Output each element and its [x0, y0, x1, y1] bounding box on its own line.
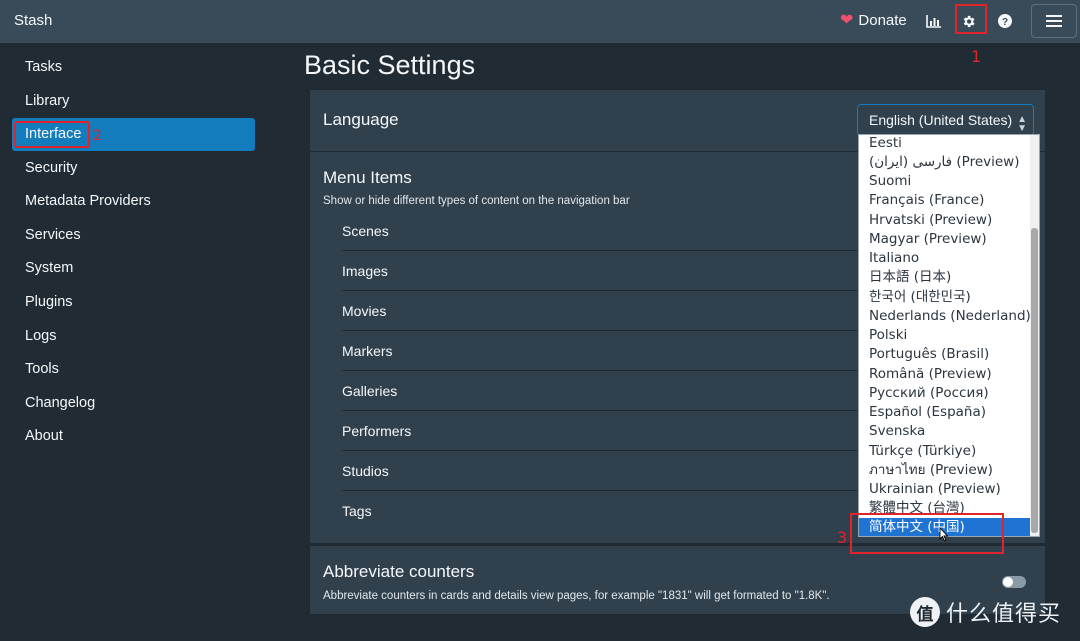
mouse-cursor-icon: [939, 527, 949, 542]
language-option[interactable]: Nederlands (Nederland): [859, 307, 1031, 326]
language-option[interactable]: Română (Preview): [859, 365, 1031, 384]
sidebar-item-tasks[interactable]: Tasks: [12, 51, 255, 84]
language-option[interactable]: Français (France): [859, 191, 1031, 210]
language-option[interactable]: Eesti: [859, 135, 1031, 153]
annotation-number-1: 1: [971, 47, 982, 66]
menu-item-tags[interactable]: Tags: [342, 491, 862, 531]
top-navbar: Stash ❤ Donate ?: [0, 0, 1080, 43]
menu-item-markers[interactable]: Markers: [342, 331, 862, 371]
language-option[interactable]: فارسی (ایران) (Preview): [859, 153, 1031, 172]
sidebar-item-system[interactable]: System: [12, 252, 255, 285]
hamburger-menu-button[interactable]: [1031, 4, 1077, 38]
dropdown-scrollbar[interactable]: [1030, 135, 1039, 536]
menu-item-images[interactable]: Images: [342, 251, 862, 291]
gear-icon[interactable]: [957, 10, 979, 32]
language-select-value: English (United States): [869, 112, 1013, 128]
language-option[interactable]: Ukrainian (Preview): [859, 480, 1031, 499]
bar-chart-icon[interactable]: [922, 10, 944, 32]
language-option[interactable]: 한국어 (대한민국): [859, 288, 1031, 307]
sidebar-item-plugins[interactable]: Plugins: [12, 286, 255, 319]
language-option[interactable]: 繁體中文 (台灣): [859, 499, 1031, 518]
hamburger-icon: [1046, 15, 1062, 27]
language-option[interactable]: Português (Brasil): [859, 345, 1031, 364]
watermark-text: 什么值得买: [946, 602, 1062, 627]
language-option[interactable]: Русский (Россия): [859, 384, 1031, 403]
abbreviate-counters-description: Abbreviate counters in cards and details…: [323, 590, 830, 602]
language-option[interactable]: 日本語 (日本): [859, 268, 1031, 287]
language-option[interactable]: Türkçe (Türkiye): [859, 442, 1031, 461]
language-option[interactable]: ภาษาไทย (Preview): [859, 461, 1031, 480]
donate-link[interactable]: ❤ Donate: [840, 12, 907, 29]
language-option[interactable]: Español (España): [859, 403, 1031, 422]
abbreviate-counters-toggle[interactable]: [1002, 576, 1026, 588]
language-option[interactable]: Svenska: [859, 422, 1031, 441]
menu-items-title: Menu Items: [323, 168, 412, 187]
sidebar-item-interface[interactable]: Interface: [12, 118, 255, 151]
sidebar-item-logs[interactable]: Logs: [12, 320, 255, 353]
language-option[interactable]: Suomi: [859, 172, 1031, 191]
sidebar-item-about[interactable]: About: [12, 420, 255, 453]
menu-items-description: Show or hide different types of content …: [323, 195, 630, 207]
sidebar-item-changelog[interactable]: Changelog: [12, 387, 255, 420]
menu-item-movies[interactable]: Movies: [342, 291, 862, 331]
help-icon[interactable]: ?: [994, 10, 1016, 32]
language-label: Language: [323, 110, 399, 129]
annotation-number-3: 3: [837, 528, 848, 547]
brand-link[interactable]: Stash: [14, 12, 52, 29]
menu-item-galleries[interactable]: Galleries: [342, 371, 862, 411]
language-dropdown-list[interactable]: Eesti فارسی (ایران) (Preview) Suomi Fran…: [858, 134, 1040, 537]
watermark-logo: 值: [910, 597, 940, 627]
language-option[interactable]: Magyar (Preview): [859, 230, 1031, 249]
language-select[interactable]: English (United States) ▲ ▼: [857, 104, 1034, 136]
page-title: Basic Settings: [304, 50, 476, 80]
menu-item-performers[interactable]: Performers: [342, 411, 862, 451]
menu-item-scenes[interactable]: Scenes: [342, 211, 862, 251]
annotation-number-2: 2: [93, 128, 102, 144]
sidebar-item-tools[interactable]: Tools: [12, 353, 255, 386]
select-arrows-icon: ▲ ▼: [1017, 114, 1027, 134]
sidebar-item-services[interactable]: Services: [12, 219, 255, 252]
language-option[interactable]: Polski: [859, 326, 1031, 345]
dropdown-scrollbar-thumb[interactable]: [1031, 228, 1038, 533]
sidebar-item-metadata-providers[interactable]: Metadata Providers: [12, 185, 255, 218]
menu-item-studios[interactable]: Studios: [342, 451, 862, 491]
heart-icon: ❤: [840, 11, 854, 29]
language-option[interactable]: Italiano: [859, 249, 1031, 268]
watermark: 值 什么值得买: [910, 596, 1061, 628]
sidebar-item-security[interactable]: Security: [12, 152, 255, 185]
language-option[interactable]: Hrvatski (Preview): [859, 211, 1031, 230]
donate-label: Donate: [858, 12, 907, 29]
abbreviate-counters-title: Abbreviate counters: [323, 562, 475, 581]
sidebar-item-library[interactable]: Library: [12, 85, 255, 118]
svg-text:?: ?: [1002, 17, 1008, 28]
